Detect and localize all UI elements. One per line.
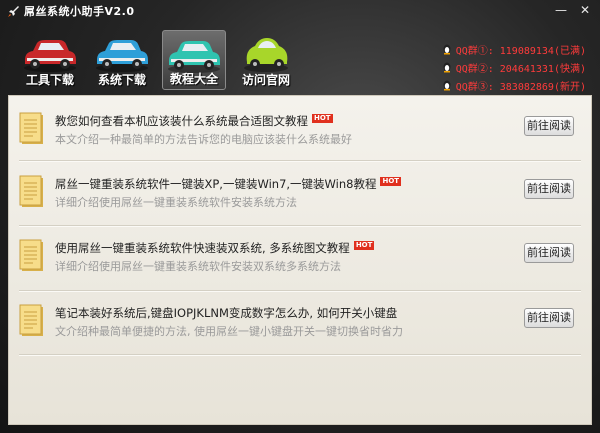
article-title[interactable]: 教您如何查看本机应该装什么系统最合适图文教程 [55, 113, 308, 129]
penguin-icon [443, 80, 451, 91]
nav-system-download[interactable]: 系统下载 [90, 30, 154, 90]
qq-group-item[interactable]: QQ群③: 383082869(新开) [442, 78, 586, 93]
read-button[interactable]: 前往阅读 [524, 243, 574, 263]
window-title: 屌丝系统小助手V2.0 [24, 5, 135, 18]
app-window: 屌丝系统小助手V2.0 — ✕ 工具下载 系统下载 教程大全 访问官网 QQ群①… [0, 0, 600, 433]
document-icon [19, 175, 43, 207]
article-title[interactable]: 笔记本装好系统后,键盘IOPJKLNM变成数字怎么办, 如何开关小键盘 [55, 305, 397, 321]
document-icon [19, 112, 43, 144]
document-icon [19, 239, 43, 271]
nav-official-site[interactable]: 访问官网 [234, 30, 298, 90]
article-description: 本文介绍一种最简单的方法告诉您的电脑应该装什么系统最好 [55, 133, 352, 146]
nav-tool-download[interactable]: 工具下载 [18, 30, 82, 90]
close-button[interactable]: ✕ [578, 3, 592, 17]
hot-badge: HOT [353, 240, 375, 250]
article-description: 文介绍种最简单便捷的方法, 使用屌丝一键小键盘开关一键切换省时省力 [55, 325, 403, 338]
red-car-icon [24, 40, 76, 72]
tutorial-list: 教您如何查看本机应该装什么系统最合适图文教程 HOT 本文介绍一种最简单的方法告… [8, 95, 592, 425]
rocket-icon [6, 4, 20, 18]
qq-group-text: QQ群①: 119089134(已满) [455, 46, 586, 57]
penguin-icon [443, 62, 451, 73]
hot-badge: HOT [380, 176, 402, 186]
qq-group-item[interactable]: QQ群①: 119089134(已满) [442, 42, 586, 57]
list-item: 教您如何查看本机应该装什么系统最合适图文教程 HOT 本文介绍一种最简单的方法告… [9, 98, 591, 158]
penguin-icon [443, 44, 451, 55]
nav-label: 工具下载 [25, 73, 74, 87]
main-nav: 工具下载 系统下载 教程大全 访问官网 [18, 30, 298, 90]
blue-car-icon [96, 40, 148, 72]
document-icon [19, 304, 43, 336]
qq-group-text: QQ群②: 204641331(快满) [455, 64, 586, 75]
article-description: 详细介绍使用屌丝一键重装系统软件安装系统方法 [55, 196, 297, 209]
hot-badge: HOT [312, 113, 333, 123]
article-title[interactable]: 屌丝一键重装系统软件一键装XP,一键装Win7,一键装Win8教程 [55, 176, 376, 192]
article-title[interactable]: 使用屌丝一键重装系统软件快速装双系统, 多系统图文教程 [55, 240, 350, 256]
teal-car-icon [168, 41, 220, 73]
qq-group-text: QQ群③: 383082869(新开) [455, 82, 586, 93]
nav-tutorials[interactable]: 教程大全 [162, 30, 226, 90]
green-car-icon [244, 38, 288, 72]
title-bar[interactable]: 屌丝系统小助手V2.0 — ✕ [0, 0, 600, 22]
nav-label: 教程大全 [169, 72, 218, 86]
read-button[interactable]: 前往阅读 [524, 308, 574, 328]
nav-label: 系统下载 [97, 73, 146, 87]
divider [19, 354, 581, 356]
article-description: 详细介绍使用屌丝一键重装系统软件安装双系统多系统方法 [55, 260, 341, 273]
qq-group-list: QQ群①: 119089134(已满) QQ群②: 204641331(快满) … [442, 42, 586, 93]
list-item: 使用屌丝一键重装系统软件快速装双系统, 多系统图文教程 HOT 详细介绍使用屌丝… [9, 225, 591, 285]
read-button[interactable]: 前往阅读 [524, 116, 574, 136]
list-item: 屌丝一键重装系统软件一键装XP,一键装Win7,一键装Win8教程 HOT 详细… [9, 161, 591, 221]
list-item: 笔记本装好系统后,键盘IOPJKLNM变成数字怎么办, 如何开关小键盘 文介绍种… [9, 290, 591, 350]
qq-group-item[interactable]: QQ群②: 204641331(快满) [442, 60, 586, 75]
nav-label: 访问官网 [241, 73, 290, 87]
read-button[interactable]: 前往阅读 [524, 179, 574, 199]
minimize-button[interactable]: — [554, 3, 568, 17]
